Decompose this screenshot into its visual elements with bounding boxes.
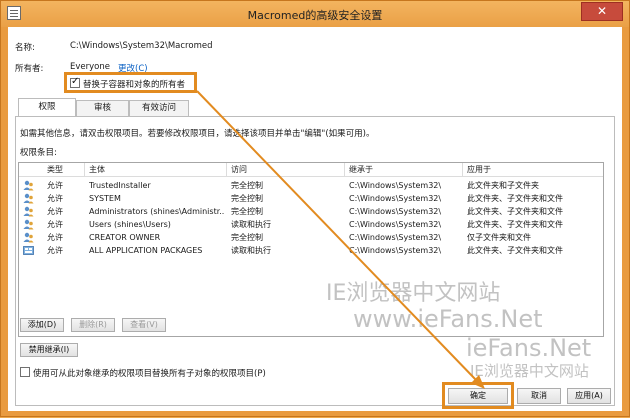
replace-child-permissions-checkbox[interactable] (20, 367, 30, 377)
entry-type: 允许 (47, 207, 63, 216)
entry-access: 读取和执行 (231, 246, 271, 255)
watermark-line1: IE浏览器中文网站 (326, 281, 501, 306)
entry-access: 完全控制 (231, 181, 263, 190)
replace-owner-label: 替换子容器和对象的所有者 (83, 80, 186, 90)
column-header-inherited[interactable]: 继承于 (345, 163, 463, 177)
instructions-text: 如需其他信息，请双击权限项目。若要修改权限项目，请选择该项目并单击"编辑"(如果… (20, 129, 375, 139)
entry-inherited: C:\Windows\System32\ (349, 194, 442, 203)
column-header-access[interactable]: 访问 (227, 163, 345, 177)
entry-type: 允许 (47, 194, 63, 203)
entry-type: 允许 (47, 181, 63, 190)
package-icon (23, 246, 34, 255)
tab-permissions[interactable]: 权限 (18, 98, 76, 116)
table-row[interactable]: 允许 TrustedInstaller 完全控制 C:\Windows\Syst… (19, 179, 603, 192)
ok-button[interactable]: 确定 (448, 388, 508, 404)
title-bar[interactable]: Macromed的高级安全设置 ✕ (1, 1, 629, 27)
user-icon (23, 180, 34, 191)
view-button[interactable]: 查看(V) (122, 318, 166, 332)
replace-child-permissions-label: 使用可从此对象继承的权限项目替换所有子对象的权限项目(P) (33, 369, 266, 379)
entries-label: 权限条目: (20, 148, 57, 158)
entry-applies: 此文件夹、子文件夹和文件 (467, 246, 563, 255)
tab-effective-access[interactable]: 有效访问 (129, 100, 189, 116)
table-row[interactable]: 允许 ALL APPLICATION PACKAGES 读取和执行 C:\Win… (19, 244, 603, 257)
window-title: Macromed的高级安全设置 (247, 9, 383, 22)
tab-auditing[interactable]: 审核 (76, 100, 129, 116)
user-icon (23, 232, 34, 243)
entry-principal: SYSTEM (89, 194, 121, 203)
entry-principal: Administrators (shines\Administr... (89, 207, 225, 216)
entry-inherited: C:\Windows\System32\ (349, 233, 442, 242)
column-header-applies[interactable]: 应用于 (463, 163, 603, 177)
entry-principal: CREATOR OWNER (89, 233, 161, 242)
advanced-security-window: Macromed的高级安全设置 ✕ 名称: C:\Windows\System3… (0, 0, 630, 417)
watermark-line3: ieFans.Net (466, 334, 592, 362)
entry-principal: ALL APPLICATION PACKAGES (89, 246, 203, 255)
user-icon (23, 219, 34, 230)
user-icon (23, 193, 34, 204)
add-button[interactable]: 添加(D) (20, 318, 64, 332)
dialog-body: 名称: C:\Windows\System32\Macromed 所有者: Ev… (8, 27, 622, 411)
entry-applies: 此文件夹和子文件夹 (467, 181, 539, 190)
name-value: C:\Windows\System32\Macromed (70, 41, 213, 51)
table-row[interactable]: 允许 SYSTEM 完全控制 C:\Windows\System32\ 此文件夹… (19, 192, 603, 205)
entry-applies: 仅子文件夹和文件 (467, 233, 531, 242)
entry-inherited: C:\Windows\System32\ (349, 220, 442, 229)
entry-type: 允许 (47, 233, 63, 242)
owner-label: 所有者: (15, 64, 44, 74)
owner-value: Everyone (70, 62, 110, 72)
entry-type: 允许 (47, 220, 63, 229)
watermark-line4: IE浏览器中文网站 (470, 362, 589, 380)
apply-button[interactable]: 应用(A) (567, 388, 611, 404)
disable-inheritance-button[interactable]: 禁用继承(I) (20, 343, 78, 357)
column-header-principal[interactable]: 主体 (85, 163, 227, 177)
entry-type: 允许 (47, 246, 63, 255)
remove-button[interactable]: 删除(R) (71, 318, 115, 332)
entry-applies: 此文件夹、子文件夹和文件 (467, 207, 563, 216)
entry-applies: 此文件夹、子文件夹和文件 (467, 194, 563, 203)
table-row[interactable]: 允许 Administrators (shines\Administr... 完… (19, 205, 603, 218)
list-header: 类型 主体 访问 继承于 应用于 (19, 163, 603, 177)
close-button[interactable]: ✕ (581, 2, 623, 21)
entry-access: 完全控制 (231, 207, 263, 216)
entry-inherited: C:\Windows\System32\ (349, 207, 442, 216)
cancel-button[interactable]: 取消 (517, 388, 561, 404)
watermark-line2: www.ieFans.Net (353, 305, 543, 333)
name-label: 名称: (15, 43, 35, 53)
entry-principal: Users (shines\Users) (89, 220, 171, 229)
replace-owner-checkbox[interactable] (70, 76, 80, 88)
entry-access: 完全控制 (231, 194, 263, 203)
column-header-type[interactable]: 类型 (43, 163, 85, 177)
table-row[interactable]: 允许 Users (shines\Users) 读取和执行 C:\Windows… (19, 218, 603, 231)
table-row[interactable]: 允许 CREATOR OWNER 完全控制 C:\Windows\System3… (19, 231, 603, 244)
entry-inherited: C:\Windows\System32\ (349, 181, 442, 190)
entry-inherited: C:\Windows\System32\ (349, 246, 442, 255)
entry-principal: TrustedInstaller (89, 181, 151, 190)
entry-applies: 此文件夹、子文件夹和文件 (467, 220, 563, 229)
entry-access: 完全控制 (231, 233, 263, 242)
entry-access: 读取和执行 (231, 220, 271, 229)
user-icon (23, 206, 34, 217)
